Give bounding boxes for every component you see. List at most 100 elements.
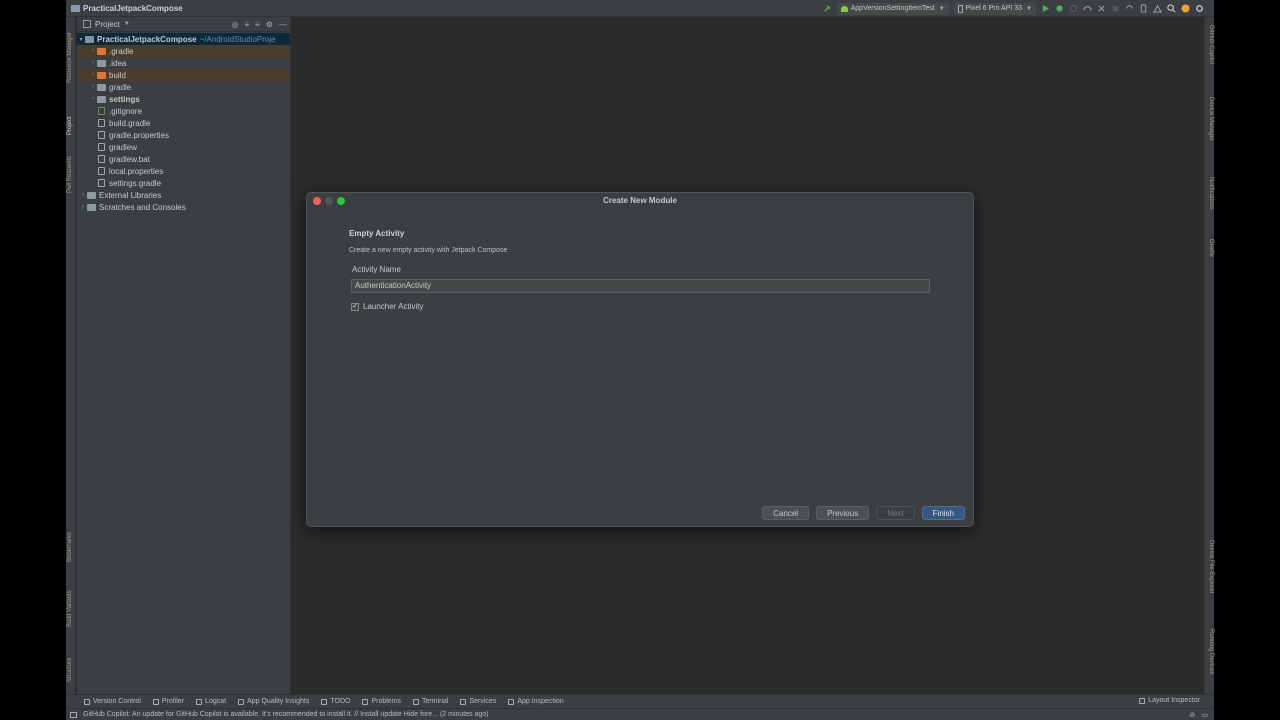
zoom-window-button[interactable] <box>337 197 345 205</box>
chevron-down-icon[interactable]: ▼ <box>124 21 130 27</box>
run-config-select[interactable]: AppVersionSettingItemTest ▼ <box>836 2 949 15</box>
tool-app-quality-insights[interactable]: App Quality Insights <box>238 698 309 705</box>
stop-icon[interactable] <box>1111 4 1120 13</box>
project-view-select[interactable]: Project <box>95 20 120 29</box>
project-panel: Project ▼ ◎ ≡ ≡ ⚙ — ▾ PracticalJetpackCo… <box>77 17 291 694</box>
next-button[interactable]: Next <box>876 506 915 520</box>
tree-item-settings-gradle[interactable]: settings.gradle <box>77 177 290 189</box>
hide-icon[interactable]: — <box>279 20 287 29</box>
insights-icon <box>238 698 245 705</box>
tool-logcat[interactable]: Logcat <box>196 698 226 705</box>
debug-icon[interactable] <box>1055 4 1064 13</box>
chevron-right-icon[interactable]: › <box>79 204 87 210</box>
minimize-window-button[interactable] <box>325 197 333 205</box>
tree-item-external-libraries[interactable]: › External Libraries <box>77 189 290 201</box>
profile-icon[interactable] <box>1069 4 1078 13</box>
tree-item-root[interactable]: ▾ PracticalJetpackCompose ~/AndroidStudi… <box>77 33 290 45</box>
locate-icon[interactable]: ◎ <box>232 20 239 29</box>
activity-name-field[interactable]: AuthenticationActivity <box>351 279 930 293</box>
tree-item-idea[interactable]: › .idea <box>77 57 290 69</box>
folder-icon <box>97 59 106 67</box>
attach-debugger-icon[interactable] <box>1097 4 1106 13</box>
main-toolbar: PracticalJetpackCompose AppVersionSettin… <box>66 0 1214 17</box>
tree-item-gradle[interactable]: › gradle <box>77 81 290 93</box>
gear-icon[interactable]: ⚙ <box>266 20 273 29</box>
run-icon[interactable] <box>1041 4 1050 13</box>
tool-tab-notifications[interactable]: Notifications <box>1208 177 1214 210</box>
tree-item-scratches[interactable]: › Scratches and Consoles <box>77 201 290 213</box>
chevron-right-icon[interactable]: › <box>79 192 87 198</box>
dialog-title: Create New Module <box>603 196 677 205</box>
tool-tab-device-file-explorer[interactable]: Device File Explorer <box>1208 540 1214 594</box>
chevron-right-icon[interactable]: › <box>89 60 97 66</box>
tool-tab-resource-manager[interactable]: Resource Manager <box>67 32 73 83</box>
tool-tab-bookmarks[interactable]: Bookmarks <box>67 532 73 562</box>
tool-app-inspection[interactable]: App Inspection <box>508 698 564 705</box>
tool-tab-running-devices[interactable]: Running Devices <box>1208 629 1214 674</box>
tree-item-gradlew-bat[interactable]: gradlew.bat <box>77 153 290 165</box>
device-select[interactable]: Pixel 6 Pro API 33 ▼ <box>953 2 1036 15</box>
gradle-file-icon <box>98 179 105 187</box>
chevron-down-icon[interactable]: ▾ <box>77 36 85 43</box>
settings-gear-icon[interactable] <box>1195 4 1204 13</box>
gradle-file-icon <box>98 119 105 127</box>
close-window-button[interactable] <box>313 197 321 205</box>
warning-icon <box>362 698 369 705</box>
android-icon <box>840 5 848 12</box>
launcher-activity-option[interactable]: ✓ Launcher Activity <box>351 302 931 311</box>
sdk-manager-icon[interactable] <box>1153 4 1162 13</box>
apply-changes-icon[interactable] <box>1083 4 1092 13</box>
tool-services[interactable]: Services <box>460 698 496 705</box>
launcher-activity-checkbox[interactable]: ✓ <box>351 302 359 311</box>
build-hammer-icon[interactable] <box>823 4 832 13</box>
chevron-right-icon[interactable]: › <box>89 72 97 78</box>
search-icon[interactable] <box>1167 4 1176 13</box>
collapse-all-icon[interactable]: ≡ <box>255 20 260 29</box>
notification-icon[interactable] <box>70 711 77 718</box>
previous-button[interactable]: Previous <box>816 506 870 520</box>
tree-item-build-gradle[interactable]: build.gradle <box>77 117 290 129</box>
chevron-down-icon: ▼ <box>1026 5 1032 12</box>
tree-item-build[interactable]: › build <box>77 69 290 81</box>
chevron-right-icon[interactable]: › <box>89 96 97 102</box>
tree-item-gradlew[interactable]: gradlew <box>77 141 290 153</box>
status-message[interactable]: GitHub Copilot: An update for GitHub Cop… <box>83 711 489 718</box>
tree-item-gradle-properties[interactable]: gradle.properties <box>77 129 290 141</box>
memory-indicator-icon[interactable]: ▭ <box>1201 711 1208 719</box>
sync-gradle-icon[interactable] <box>1125 4 1134 13</box>
expand-all-icon[interactable]: ≡ <box>244 20 249 29</box>
finish-button[interactable]: Finish <box>921 506 965 520</box>
tool-tab-gradle[interactable]: Gradle <box>1208 239 1214 257</box>
tool-terminal[interactable]: Terminal <box>413 698 448 705</box>
device-manager-icon[interactable] <box>1139 4 1148 13</box>
tree-item-local-properties[interactable]: local.properties <box>77 165 290 177</box>
folder-icon <box>71 4 80 12</box>
cancel-button[interactable]: Cancel <box>762 506 810 520</box>
tool-tab-pull-requests[interactable]: Pull Requests <box>67 156 73 193</box>
tool-todo[interactable]: TODO <box>321 698 350 705</box>
template-description: Create a new empty activity with Jetpack… <box>349 247 508 254</box>
project-title[interactable]: PracticalJetpackCompose <box>66 4 183 13</box>
right-tool-stripe: GitHub Copilot Device Manager Notificati… <box>1204 17 1214 694</box>
tree-item-gradle-dir[interactable]: › .gradle <box>77 45 290 57</box>
tool-tab-build-variants[interactable]: Build Variants <box>67 590 73 627</box>
tool-tab-structure[interactable]: Structure <box>67 658 73 682</box>
tool-layout-inspector[interactable]: Layout Inspector <box>1139 697 1200 704</box>
tool-tab-device-manager[interactable]: Device Manager <box>1208 97 1214 141</box>
tree-item-gitignore[interactable]: .gitignore <box>77 105 290 117</box>
chevron-right-icon[interactable]: › <box>89 48 97 54</box>
tool-tab-github-copilot[interactable]: GitHub Copilot <box>1208 25 1214 64</box>
properties-file-icon <box>98 167 105 175</box>
tree-item-settings[interactable]: › settings <box>77 93 290 105</box>
tool-profiler[interactable]: Profiler <box>152 698 184 705</box>
library-icon <box>87 191 96 199</box>
tool-problems[interactable]: Problems <box>362 698 401 705</box>
phone-icon <box>957 4 963 13</box>
copilot-status-icon[interactable]: ⊘ <box>1190 711 1196 719</box>
chevron-right-icon[interactable]: › <box>89 84 97 90</box>
tool-version-control[interactable]: Version Control <box>84 698 141 705</box>
ide-window: PracticalJetpackCompose AppVersionSettin… <box>66 0 1214 720</box>
tool-tab-project[interactable]: Project <box>67 116 73 135</box>
project-tree: ▾ PracticalJetpackCompose ~/AndroidStudi… <box>77 32 290 213</box>
ide-updates-icon[interactable] <box>1181 4 1190 13</box>
